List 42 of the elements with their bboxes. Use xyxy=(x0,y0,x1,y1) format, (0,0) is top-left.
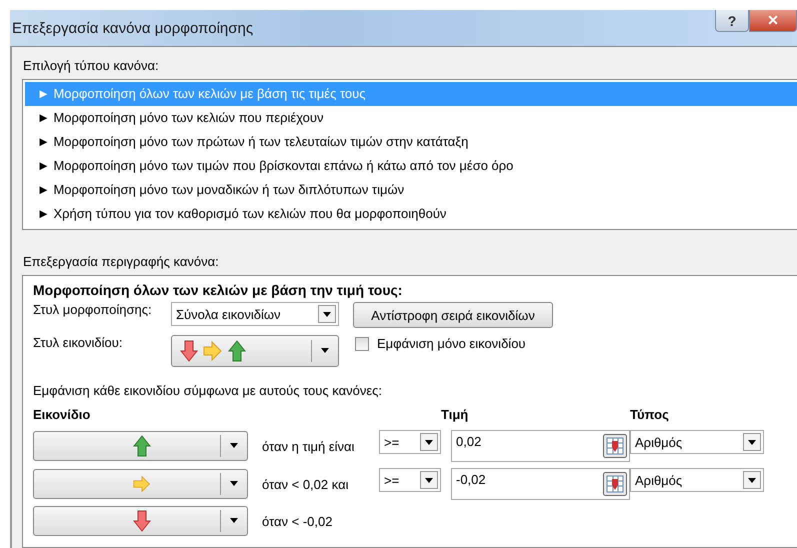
rules-caption: Εμφάνιση κάθε εικονιδίου σύμφωνα με αυτούς τους κανόνες: xyxy=(33,383,384,398)
icon-dropdown[interactable] xyxy=(33,469,248,499)
rule-heading: Μορφοποίηση όλων των κελιών με βάση την τιμή τους: xyxy=(33,282,404,298)
condition-label: όταν η τιμή είναι xyxy=(261,438,356,454)
format-style-dropdown[interactable]: Σύνολα εικονιδίων xyxy=(171,302,339,326)
caret-icon xyxy=(229,518,239,524)
caret-icon xyxy=(229,481,239,487)
rule-type-item[interactable]: ► Μορφοποίηση μόνο των κελιών που περιέχουν xyxy=(25,106,797,130)
section-label: Επεξεργασία περιγραφής κανόνα: xyxy=(23,254,220,269)
column-header: Τύπος xyxy=(630,407,670,422)
help-button[interactable]: ? xyxy=(715,10,749,32)
operator-dropdown[interactable]: >= xyxy=(379,430,441,454)
column-header: Τιμή xyxy=(441,407,470,422)
cell-picker-icon[interactable] xyxy=(603,434,627,458)
field-label: Στυλ εικονιδίου: xyxy=(33,335,124,350)
condition-label: όταν < -0,02 xyxy=(261,514,334,528)
field-label: Στυλ μορφοποίησης: xyxy=(33,302,153,317)
icon-style-dropdown[interactable] xyxy=(171,335,339,367)
rule-type-item[interactable]: ► Χρήση τύπου για τον καθορισμό των κελιών που θα μορφοποιηθούν xyxy=(25,202,797,226)
icon-dropdown[interactable] xyxy=(33,506,248,536)
rule-type-item[interactable]: ► Μορφοποίηση μόνο των πρώτων ή των τελευταίων τιμών στην κατάταξη xyxy=(25,130,797,154)
column-header: Εικονίδιο xyxy=(33,407,92,422)
value-field[interactable]: -0,02 xyxy=(451,468,630,500)
arrow-set-icon xyxy=(180,340,246,362)
down-arrow-icon xyxy=(133,510,151,532)
section-label: Επιλογή τύπου κανόνα: xyxy=(23,58,160,73)
icon-dropdown[interactable] xyxy=(33,431,248,461)
cell-picker-icon[interactable] xyxy=(603,472,627,496)
rule-type-item[interactable]: ► Μορφοποίηση μόνο των μοναδικών ή των διπλότυπων τιμών xyxy=(25,178,797,202)
caret-icon xyxy=(229,443,239,449)
type-dropdown[interactable]: Αριθμός xyxy=(630,468,764,492)
up-arrow-icon xyxy=(133,435,151,457)
condition-label: όταν < 0,02 και xyxy=(261,476,350,492)
window-title: Επεξεργασία κανόνα μορφοποίησης xyxy=(11,20,254,36)
value-field[interactable]: 0,02 xyxy=(451,430,630,462)
operator-dropdown[interactable]: >= xyxy=(379,468,441,492)
reverse-order-button[interactable]: Αντίστροφη σειρά εικονιδίων xyxy=(353,302,553,328)
right-arrow-icon xyxy=(133,473,151,495)
type-dropdown[interactable]: Αριθμός xyxy=(630,430,764,454)
icon-only-checkbox[interactable]: Εμφάνιση μόνο εικονιδίου xyxy=(355,336,526,351)
rule-type-item[interactable]: ► Μορφοποίηση μόνο των τιμών που βρίσκονται επάνω ή κάτω από τον μέσο όρο xyxy=(25,154,797,178)
caret-icon xyxy=(320,348,330,354)
